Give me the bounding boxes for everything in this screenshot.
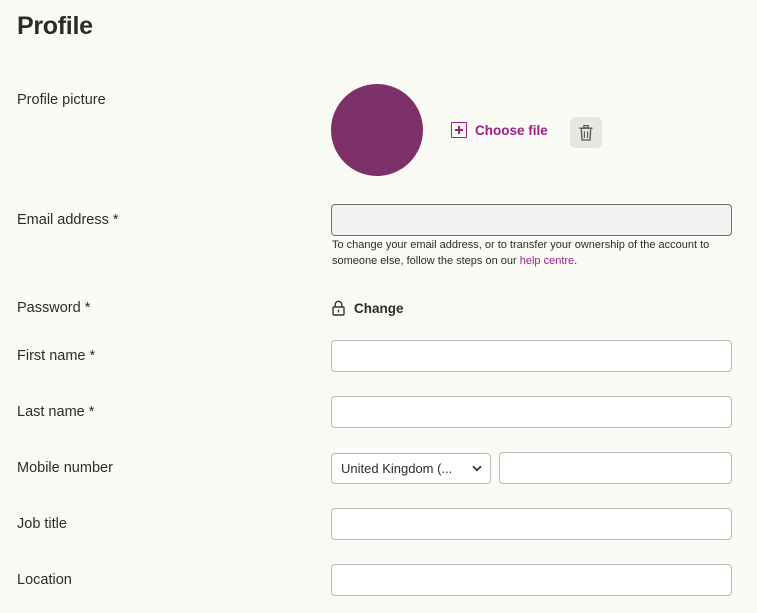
email-label: Email address * xyxy=(17,212,119,228)
mobile-label: Mobile number xyxy=(17,460,113,476)
avatar xyxy=(331,84,423,176)
email-help-suffix: . xyxy=(574,255,578,267)
choose-file-label: Choose file xyxy=(475,122,548,138)
chevron-down-icon xyxy=(472,465,482,472)
change-password-label: Change xyxy=(354,300,404,316)
trash-icon xyxy=(579,124,593,141)
country-code-value: United Kingdom (... xyxy=(341,461,453,476)
last-name-field[interactable] xyxy=(331,396,732,428)
help-centre-link[interactable]: help centre xyxy=(520,255,574,267)
job-title-field[interactable] xyxy=(331,508,732,540)
plus-square-icon xyxy=(451,122,467,138)
page-title: Profile xyxy=(17,12,93,40)
first-name-label: First name * xyxy=(17,348,96,364)
lock-icon xyxy=(332,300,345,316)
location-field[interactable] xyxy=(331,564,732,596)
last-name-label: Last name * xyxy=(17,404,95,420)
email-help-text: To change your email address, or to tran… xyxy=(332,237,732,269)
profile-page: Profile Profile picture Choose file Emai… xyxy=(0,0,757,613)
mobile-number-field[interactable] xyxy=(499,452,732,484)
change-password-button[interactable]: Change xyxy=(332,300,404,316)
profile-picture-label: Profile picture xyxy=(17,92,106,108)
first-name-field[interactable] xyxy=(331,340,732,372)
job-title-label: Job title xyxy=(17,516,67,532)
choose-file-button[interactable]: Choose file xyxy=(451,122,548,138)
location-label: Location xyxy=(17,572,72,588)
email-field[interactable] xyxy=(331,204,732,236)
country-code-select[interactable]: United Kingdom (... xyxy=(331,453,491,484)
password-label: Password * xyxy=(17,300,91,316)
delete-picture-button[interactable] xyxy=(570,117,602,148)
